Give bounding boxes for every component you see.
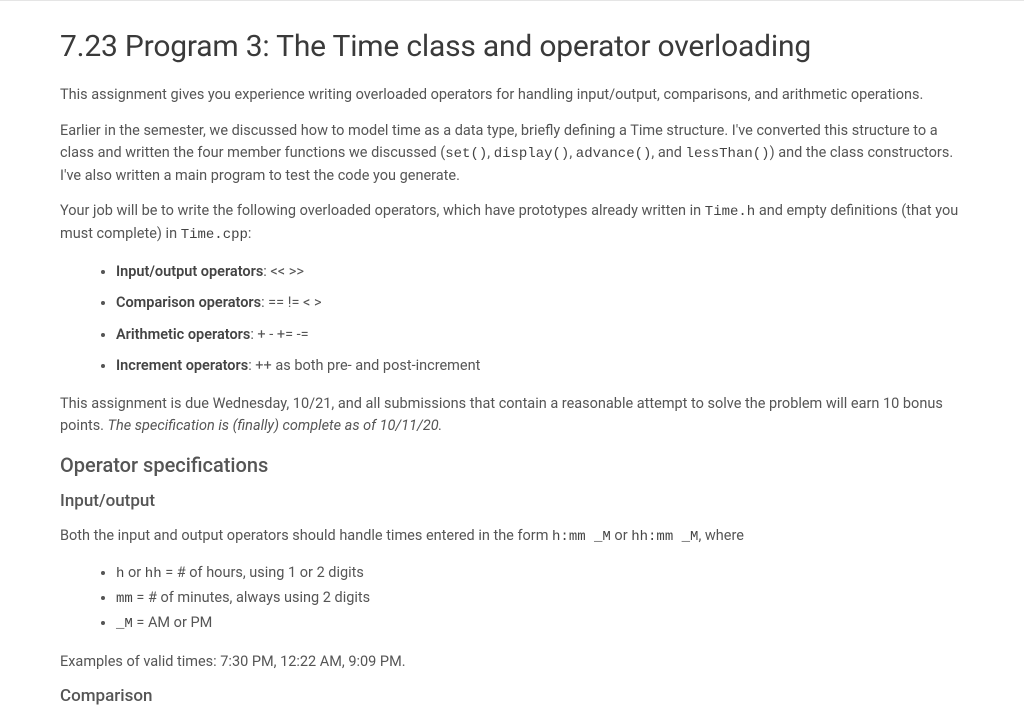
code-time-h: Time.h [705, 204, 755, 220]
intro-paragraph-3: Your job will be to write the following … [60, 200, 964, 246]
list-item: _M = AM or PM [116, 612, 964, 635]
op-label-arith: Arithmetic operators [116, 326, 250, 343]
code-mm: mm [116, 591, 133, 607]
code-display: display() [494, 146, 570, 162]
code-lessthan: lessThan() [686, 146, 770, 162]
code-hh: hh [145, 566, 162, 582]
operator-list: Input/output operators: << >> Comparison… [60, 260, 964, 377]
text-run: = AM or PM [133, 614, 212, 631]
document-page: 7.23 Program 3: The Time class and opera… [0, 0, 1024, 706]
code-ampm: _M [116, 616, 133, 632]
list-item: Arithmetic operators: + - += -= [116, 323, 964, 346]
format-list: h or hh = # of hours, using 1 or 2 digit… [60, 562, 964, 635]
subsection-heading-comparison: Comparison [60, 686, 964, 706]
op-label-inc: Increment operators [116, 357, 248, 374]
text-run: or [124, 564, 144, 581]
code-set: set() [445, 146, 487, 162]
io-format-paragraph: Both the input and output operators shou… [60, 525, 964, 548]
text-run: , and [651, 144, 685, 161]
op-values-io: : << >> [263, 263, 304, 280]
text-run: = # of hours, using 1 or 2 digits [162, 564, 364, 581]
text-run: , where [698, 527, 744, 544]
text-run: Both the input and output operators shou… [60, 527, 552, 544]
code-format-2: hh:mm _M [631, 529, 698, 545]
list-item: Increment operators: ++ as both pre- and… [116, 354, 964, 377]
intro-paragraph-1: This assignment gives you experience wri… [60, 84, 964, 106]
text-run: : [248, 225, 252, 242]
list-item: Input/output operators: << >> [116, 260, 964, 283]
due-paragraph: This assignment is due Wednesday, 10/21,… [60, 393, 964, 437]
op-label-io: Input/output operators [116, 263, 263, 280]
list-item: h or hh = # of hours, using 1 or 2 digit… [116, 562, 964, 585]
subsection-heading-io: Input/output [60, 491, 964, 511]
code-time-cpp: Time.cpp [181, 227, 248, 243]
code-advance: advance() [576, 146, 652, 162]
op-values-cmp: : == != < > [261, 294, 321, 311]
list-item: Comparison operators: == != < > [116, 291, 964, 314]
list-item: mm = # of minutes, always using 2 digits [116, 587, 964, 610]
text-run: Your job will be to write the following … [60, 202, 705, 219]
text-run: = # of minutes, always using 2 digits [133, 589, 370, 606]
examples-paragraph: Examples of valid times: 7:30 PM, 12:22 … [60, 651, 964, 673]
text-run: or [611, 527, 631, 544]
page-title: 7.23 Program 3: The Time class and opera… [60, 29, 964, 64]
code-format-1: h:mm _M [552, 529, 611, 545]
op-values-inc: : ++ as both pre- and post-increment [248, 357, 480, 374]
spec-complete-note: The specification is (finally) complete … [108, 417, 443, 434]
section-heading-spec: Operator specifications [60, 453, 964, 477]
op-values-arith: : + - += -= [250, 326, 308, 343]
op-label-cmp: Comparison operators [116, 294, 261, 311]
intro-paragraph-2: Earlier in the semester, we discussed ho… [60, 120, 964, 187]
